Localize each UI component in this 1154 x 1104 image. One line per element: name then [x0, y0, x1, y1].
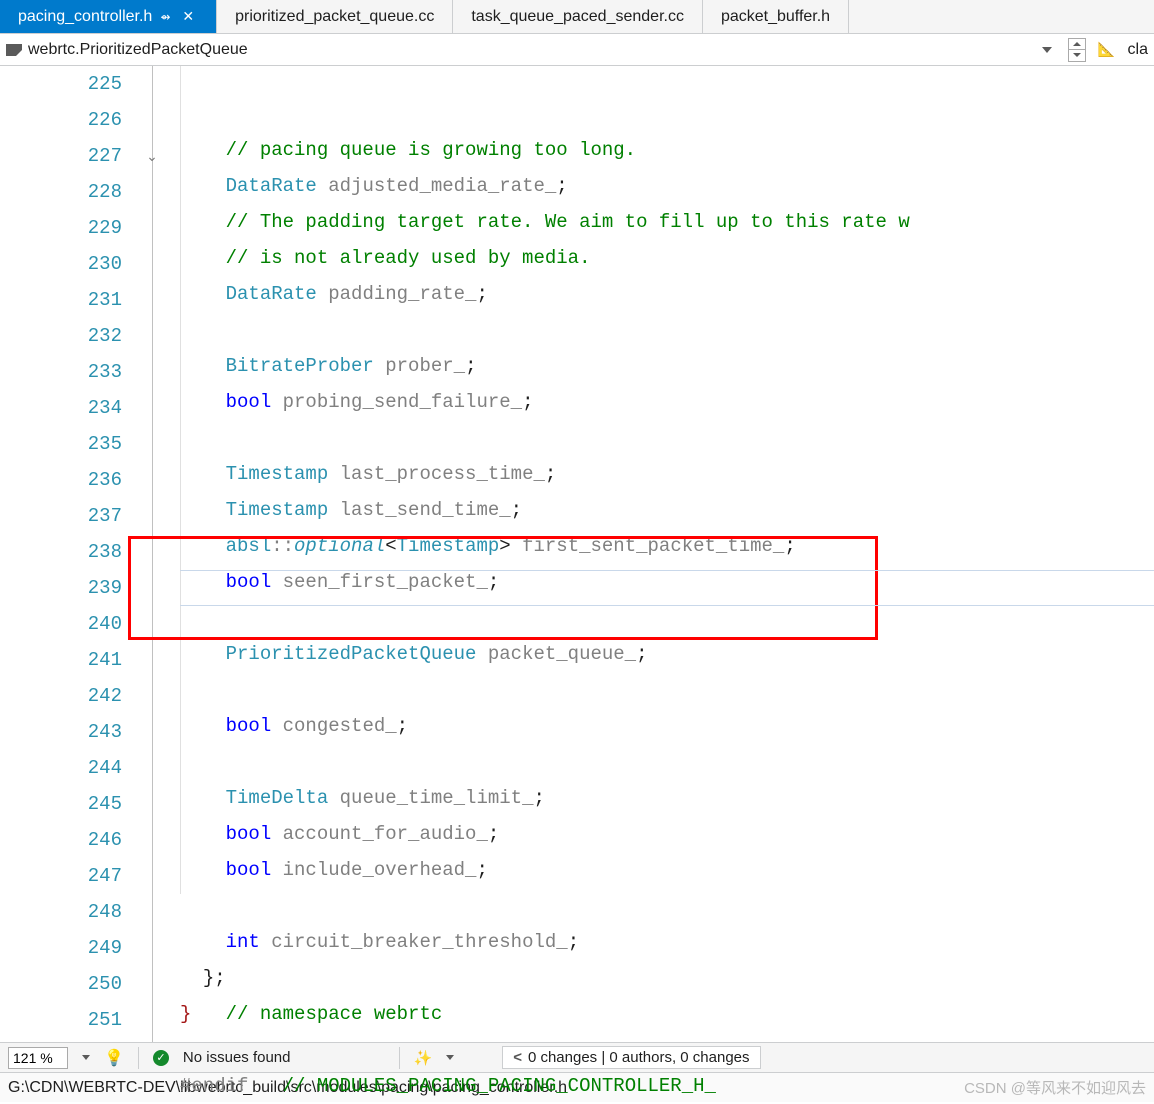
code-line[interactable]: #endif // MODULES_PACING_PACING_CONTROLL… — [180, 1068, 1154, 1104]
lightbulb-icon[interactable]: 💡 — [104, 1048, 124, 1068]
code-line[interactable]: Timestamp last_process_time_; — [180, 456, 1154, 492]
code-line[interactable] — [180, 1032, 1154, 1068]
pin-icon[interactable]: ⇴ — [160, 10, 170, 24]
line-number: 245 — [0, 786, 122, 822]
nav-stepper[interactable] — [1068, 38, 1086, 62]
code-line[interactable]: bool account_for_audio_; — [180, 816, 1154, 852]
line-number: 250 — [0, 966, 122, 1002]
ok-check-icon: ✓ — [153, 1050, 169, 1066]
collapse-icon[interactable]: ⌄ — [144, 148, 160, 164]
line-number: 247 — [0, 858, 122, 894]
tab-label: packet_buffer.h — [721, 8, 830, 26]
tab-packet-buffer[interactable]: packet_buffer.h — [703, 0, 849, 33]
code-line[interactable]: int circuit_breaker_threshold_; — [180, 924, 1154, 960]
code-line[interactable]: absl::optional<Timestamp> first_sent_pac… — [180, 528, 1154, 564]
nav-bar: webrtc.PrioritizedPacketQueue 📐 cla — [0, 34, 1154, 66]
code-line[interactable]: // is not already used by media. — [180, 240, 1154, 276]
line-number: 236 — [0, 462, 122, 498]
line-number: 235 — [0, 426, 122, 462]
line-number: 249 — [0, 930, 122, 966]
line-number: 233 — [0, 354, 122, 390]
line-number: 242 — [0, 678, 122, 714]
code-line[interactable]: // pacing queue is growing too long. — [180, 132, 1154, 168]
code-line[interactable] — [180, 744, 1154, 780]
line-number-gutter: 2252262272282292302312322332342352362372… — [0, 66, 140, 1042]
line-number: 234 — [0, 390, 122, 426]
line-number: 228 — [0, 174, 122, 210]
code-line[interactable]: }; — [180, 960, 1154, 996]
breadcrumb[interactable]: webrtc.PrioritizedPacketQueue — [28, 41, 1036, 59]
line-number: 227 — [0, 138, 122, 174]
tab-label: pacing_controller.h — [18, 8, 152, 26]
line-number: 230 — [0, 246, 122, 282]
code-line[interactable]: DataRate padding_rate_; — [180, 276, 1154, 312]
code-line[interactable]: TimeDelta queue_time_limit_; — [180, 780, 1154, 816]
line-number: 229 — [0, 210, 122, 246]
line-number: 251 — [0, 1002, 122, 1038]
code-editor[interactable]: 2252262272282292302312322332342352362372… — [0, 66, 1154, 1042]
line-number: 238 — [0, 534, 122, 570]
line-number: 225 — [0, 66, 122, 102]
line-number: 246 — [0, 822, 122, 858]
code-line[interactable]: Timestamp last_send_time_; — [180, 492, 1154, 528]
tab-label: prioritized_packet_queue.cc — [235, 8, 434, 26]
code-line[interactable] — [180, 420, 1154, 456]
code-area[interactable]: // pacing queue is growing too long. Dat… — [180, 66, 1154, 1042]
line-number: 226 — [0, 102, 122, 138]
code-line[interactable]: bool probing_send_failure_; — [180, 384, 1154, 420]
code-line[interactable]: PrioritizedPacketQueue packet_queue_; — [180, 636, 1154, 672]
code-line[interactable]: bool seen_first_packet_; — [180, 564, 1154, 600]
code-line[interactable]: } // namespace webrtc — [180, 996, 1154, 1032]
line-number: 243 — [0, 714, 122, 750]
line-number: 237 — [0, 498, 122, 534]
ruler-icon[interactable]: 📐 — [1096, 39, 1118, 61]
tab-prioritized-packet-queue[interactable]: prioritized_packet_queue.cc — [217, 0, 453, 33]
line-number: 231 — [0, 282, 122, 318]
close-icon[interactable]: ✕ — [178, 8, 198, 25]
line-number: 248 — [0, 894, 122, 930]
code-line[interactable] — [180, 312, 1154, 348]
fold-column[interactable]: ⌄ — [140, 66, 180, 1042]
nav-right-label: cla — [1128, 41, 1148, 59]
code-line[interactable] — [180, 672, 1154, 708]
code-line[interactable]: DataRate adjusted_media_rate_; — [180, 168, 1154, 204]
code-line[interactable] — [180, 600, 1154, 636]
code-line[interactable]: // The padding target rate. We aim to fi… — [180, 204, 1154, 240]
class-icon — [6, 44, 22, 56]
zoom-input[interactable] — [8, 1047, 68, 1069]
line-number: 232 — [0, 318, 122, 354]
code-line[interactable]: BitrateProber prober_; — [180, 348, 1154, 384]
tab-label: task_queue_paced_sender.cc — [471, 8, 684, 26]
code-line[interactable] — [180, 888, 1154, 924]
line-number: 240 — [0, 606, 122, 642]
code-line[interactable]: bool include_overhead_; — [180, 852, 1154, 888]
line-number: 244 — [0, 750, 122, 786]
dropdown-arrow-icon[interactable] — [1042, 47, 1052, 53]
line-number: 239 — [0, 570, 122, 606]
code-line[interactable]: bool congested_; — [180, 708, 1154, 744]
zoom-dropdown-icon[interactable] — [82, 1055, 90, 1060]
tab-task-queue-paced-sender[interactable]: task_queue_paced_sender.cc — [453, 0, 703, 33]
tab-bar: pacing_controller.h ⇴ ✕ prioritized_pack… — [0, 0, 1154, 34]
line-number: 241 — [0, 642, 122, 678]
tab-pacing-controller[interactable]: pacing_controller.h ⇴ ✕ — [0, 0, 217, 33]
